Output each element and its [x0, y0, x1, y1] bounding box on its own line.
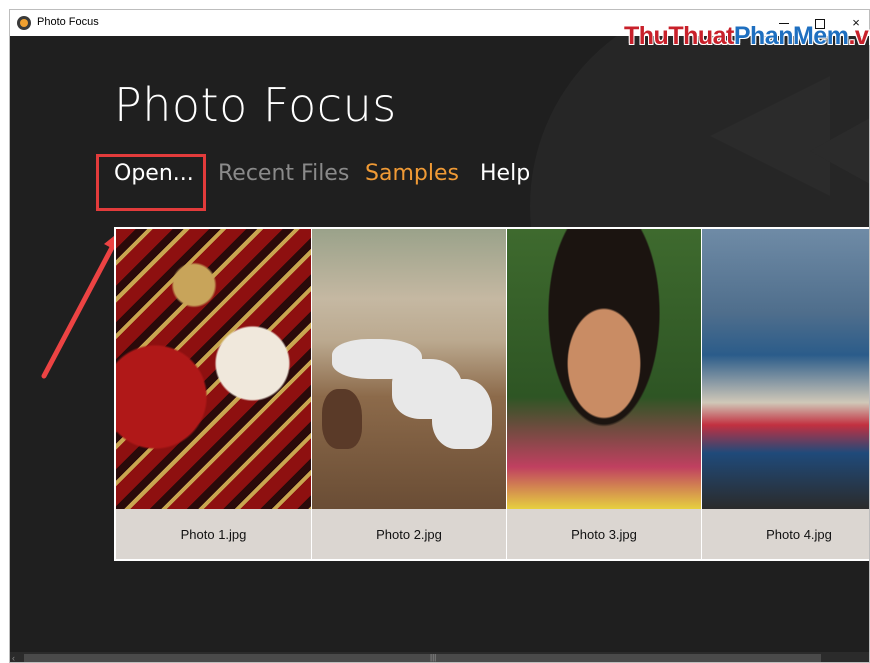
tile-label: Photo 2.jpg — [312, 509, 506, 559]
scroll-left-icon[interactable]: ‹ — [12, 652, 22, 662]
nav-recent-files[interactable]: Recent Files — [218, 154, 349, 194]
sample-gallery: Photo 1.jpg Photo 2.jpg Photo 3.jpg Phot… — [114, 227, 869, 561]
photo-thumbnail-boats — [702, 229, 869, 509]
gallery-tile[interactable]: Photo 2.jpg — [311, 229, 506, 559]
main-content: Photo Focus Open... Recent Files Samples… — [10, 36, 869, 662]
site-watermark: ThuThuatPhanMem.vn — [624, 22, 870, 50]
background-logo-shape-2 — [810, 96, 869, 206]
nav-samples[interactable]: Samples — [365, 154, 459, 194]
tile-label: Photo 1.jpg — [116, 509, 311, 559]
window-title: Photo Focus — [37, 16, 99, 28]
scroll-thumb[interactable]: ||| — [24, 653, 821, 662]
photo-thumbnail-portrait — [507, 229, 701, 509]
tile-label: Photo 4.jpg — [702, 509, 869, 559]
horizontal-scrollbar[interactable]: ‹ ||| — [10, 652, 869, 662]
nav-help[interactable]: Help — [480, 154, 530, 194]
open-highlight-box — [96, 154, 206, 211]
photo-thumbnail-horses — [312, 229, 506, 509]
grip-icon: ||| — [430, 653, 437, 662]
page-title: Photo Focus — [114, 78, 397, 132]
gallery-tile[interactable]: Photo 4.jpg — [701, 229, 869, 559]
app-window: Photo Focus × Photo Focus Open... Recent… — [9, 9, 870, 663]
tile-label: Photo 3.jpg — [507, 509, 701, 559]
app-logo-icon — [17, 16, 31, 30]
photo-thumbnail-mask — [116, 229, 311, 509]
gallery-tile[interactable]: Photo 1.jpg — [116, 229, 311, 559]
gallery-tile[interactable]: Photo 3.jpg — [506, 229, 701, 559]
